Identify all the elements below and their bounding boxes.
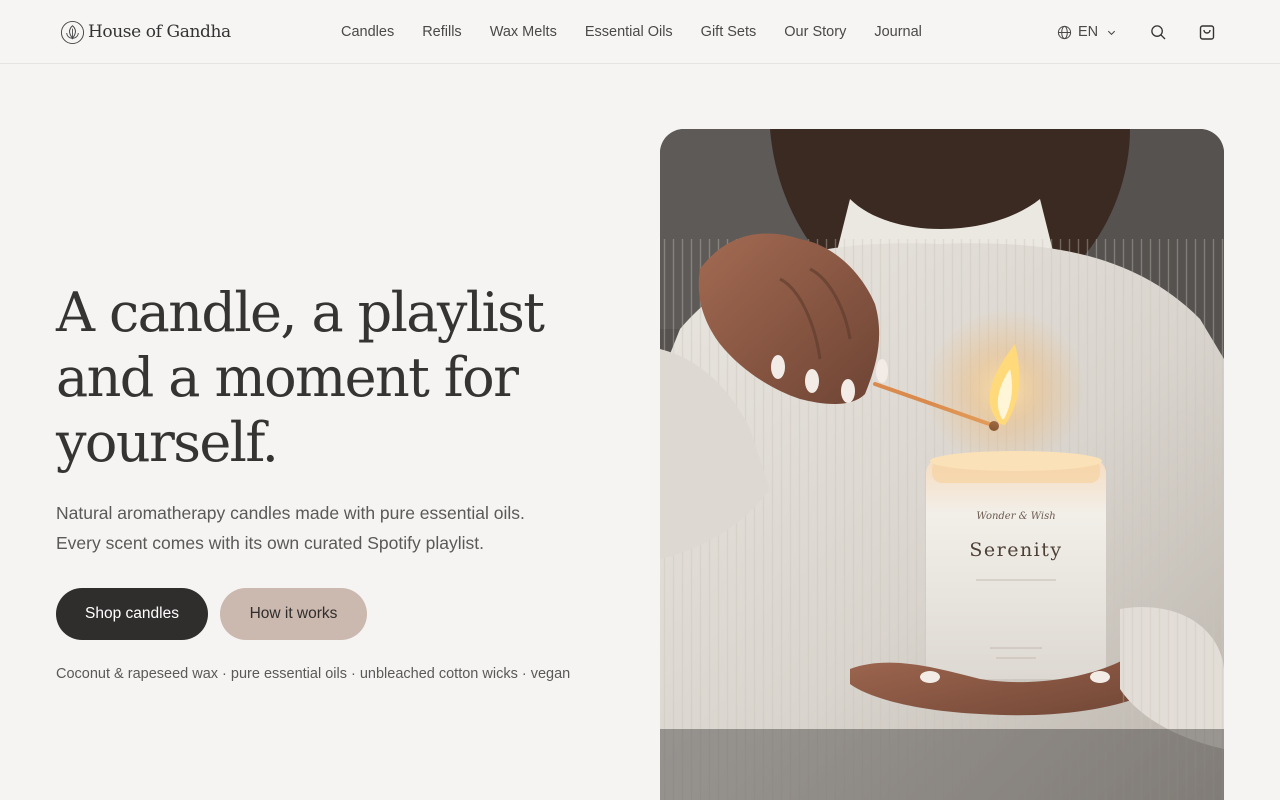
hero-title: A candle, a playlist and a moment for yo… <box>56 280 616 475</box>
search-icon <box>1150 24 1165 39</box>
language-selector[interactable]: EN <box>1057 22 1117 42</box>
hero-subtitle-line-1: Natural aromatherapy candles made with p… <box>56 503 525 523</box>
nav-our-story[interactable]: Our Story <box>784 22 846 42</box>
brand-logo[interactable]: House of Gandha <box>60 19 231 45</box>
nav-wax-melts[interactable]: Wax Melts <box>490 22 557 42</box>
nav-refills[interactable]: Refills <box>422 22 461 42</box>
search-button[interactable] <box>1148 22 1168 42</box>
hero-title-line-1: A candle, a playlist <box>56 281 545 344</box>
shop-candles-button[interactable]: Shop candles <box>56 588 208 640</box>
nav-journal[interactable]: Journal <box>874 22 922 42</box>
nav-candles[interactable]: Candles <box>341 22 394 42</box>
jar-brand-label: Wonder & Wish <box>976 511 1055 522</box>
nav-gift-sets[interactable]: Gift Sets <box>701 22 757 42</box>
hero-title-line-2: and a moment for <box>56 346 519 409</box>
jar-name-label: Serenity <box>969 539 1062 561</box>
candle-lighting-illustration: Wonder & Wish Serenity <box>660 129 1224 800</box>
hero-subtitle: Natural aromatherapy candles made with p… <box>56 498 616 558</box>
product-features: Coconut & rapeseed wax · pure essential … <box>56 666 571 682</box>
hero-subtitle-line-2: Every scent comes with its own curated S… <box>56 533 484 553</box>
chevron-down-icon <box>1108 30 1116 35</box>
brand-name: House of Gandha <box>88 22 231 42</box>
shopping-bag-icon <box>1199 25 1215 40</box>
cart-button[interactable] <box>1197 22 1217 42</box>
how-it-works-button[interactable]: How it works <box>220 588 367 640</box>
nav-essential-oils[interactable]: Essential Oils <box>585 22 673 42</box>
leaf-circle-icon <box>60 20 85 44</box>
globe-icon <box>1057 25 1072 39</box>
hero-title-line-3: yourself. <box>56 411 279 474</box>
main-nav: Candles Refills Wax Melts Essential Oils… <box>341 22 922 42</box>
site-header: House of Gandha Candles Refills Wax Melt… <box>0 0 1280 64</box>
hero-image: Wonder & Wish Serenity <box>660 129 1224 800</box>
language-label: EN <box>1078 24 1099 40</box>
